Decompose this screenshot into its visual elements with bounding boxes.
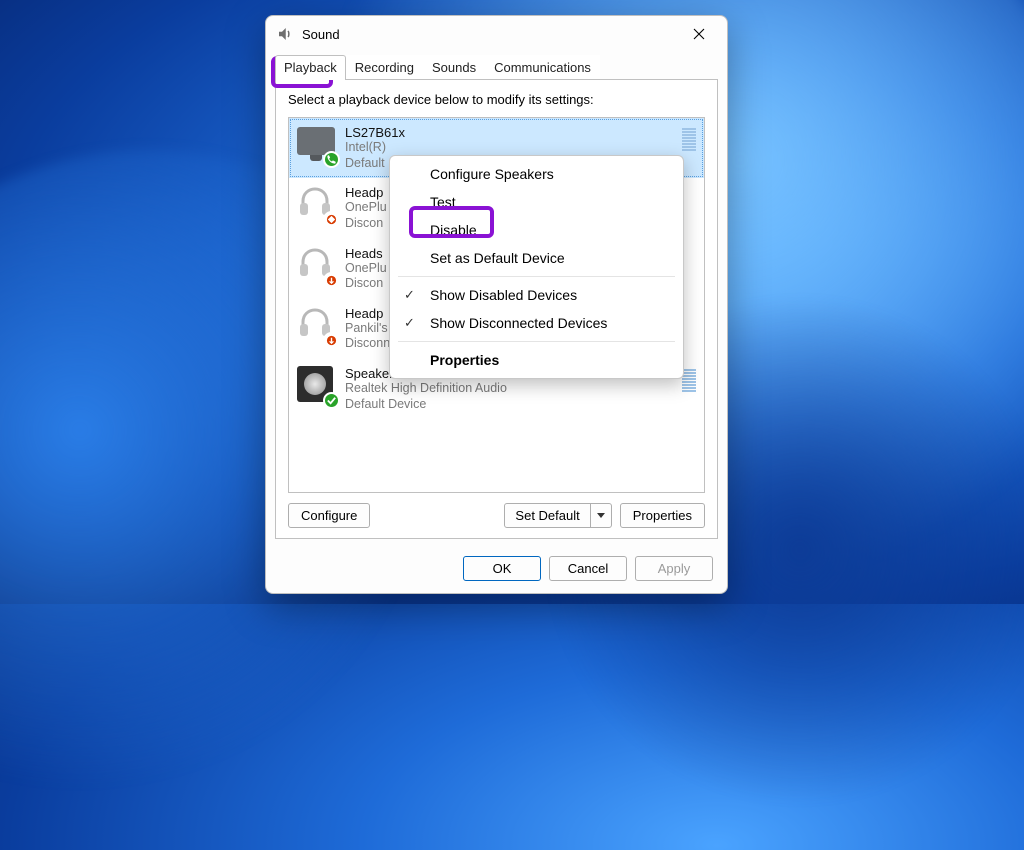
chevron-down-icon[interactable] <box>591 504 611 527</box>
menu-test[interactable]: Test <box>390 188 683 216</box>
menu-separator <box>398 341 675 342</box>
menu-disable[interactable]: Disable <box>390 216 683 244</box>
device-name: Headp <box>345 185 387 200</box>
cancel-button[interactable]: Cancel <box>549 556 627 581</box>
device-driver: Intel(R) <box>345 140 405 156</box>
dialog-button-row: OK Cancel Apply <box>266 548 727 593</box>
speaker-icon <box>297 366 337 406</box>
headset-icon <box>297 185 337 225</box>
menu-separator <box>398 276 675 277</box>
tab-communications[interactable]: Communications <box>485 55 600 80</box>
device-name: LS27B61x <box>345 125 405 140</box>
menu-show-disabled[interactable]: Show Disabled Devices <box>390 281 683 309</box>
device-driver: OnePlu <box>345 200 387 216</box>
ok-button[interactable]: OK <box>463 556 541 581</box>
headset-icon <box>297 306 337 346</box>
context-menu: Configure Speakers Test Disable Set as D… <box>389 155 684 379</box>
disconnected-badge <box>323 211 340 228</box>
tab-playback[interactable]: Playback <box>275 55 346 80</box>
tab-recording[interactable]: Recording <box>346 55 423 80</box>
menu-show-disconnected[interactable]: Show Disconnected Devices <box>390 309 683 337</box>
tab-strip: Playback Recording Sounds Communications <box>275 54 718 79</box>
device-driver: Realtek High Definition Audio <box>345 381 507 397</box>
device-name: Heads <box>345 246 387 261</box>
close-button[interactable] <box>677 19 721 49</box>
device-driver: OnePlu <box>345 261 387 277</box>
titlebar: Sound <box>266 16 727 52</box>
configure-button[interactable]: Configure <box>288 503 370 528</box>
level-meter <box>682 128 696 151</box>
playback-hint: Select a playback device below to modify… <box>288 92 705 107</box>
disconnected-badge <box>323 332 340 349</box>
device-status: Discon <box>345 216 387 232</box>
phone-active-badge <box>323 151 340 168</box>
window-title: Sound <box>302 27 340 42</box>
device-status: Default Device <box>345 397 507 413</box>
tab-sounds[interactable]: Sounds <box>423 55 485 80</box>
level-meter <box>682 369 696 392</box>
sound-icon <box>276 25 294 43</box>
properties-button[interactable]: Properties <box>620 503 705 528</box>
headset-icon <box>297 246 337 286</box>
set-default-label: Set Default <box>505 504 590 527</box>
default-badge <box>323 392 340 409</box>
device-status: Discon <box>345 276 387 292</box>
menu-properties[interactable]: Properties <box>390 346 683 374</box>
menu-set-default[interactable]: Set as Default Device <box>390 244 683 272</box>
set-default-button[interactable]: Set Default <box>504 503 611 528</box>
panel-button-row: Configure Set Default Properties <box>288 503 705 528</box>
apply-button[interactable]: Apply <box>635 556 713 581</box>
monitor-icon <box>297 125 337 165</box>
menu-configure-speakers[interactable]: Configure Speakers <box>390 160 683 188</box>
disconnected-badge <box>323 272 340 289</box>
